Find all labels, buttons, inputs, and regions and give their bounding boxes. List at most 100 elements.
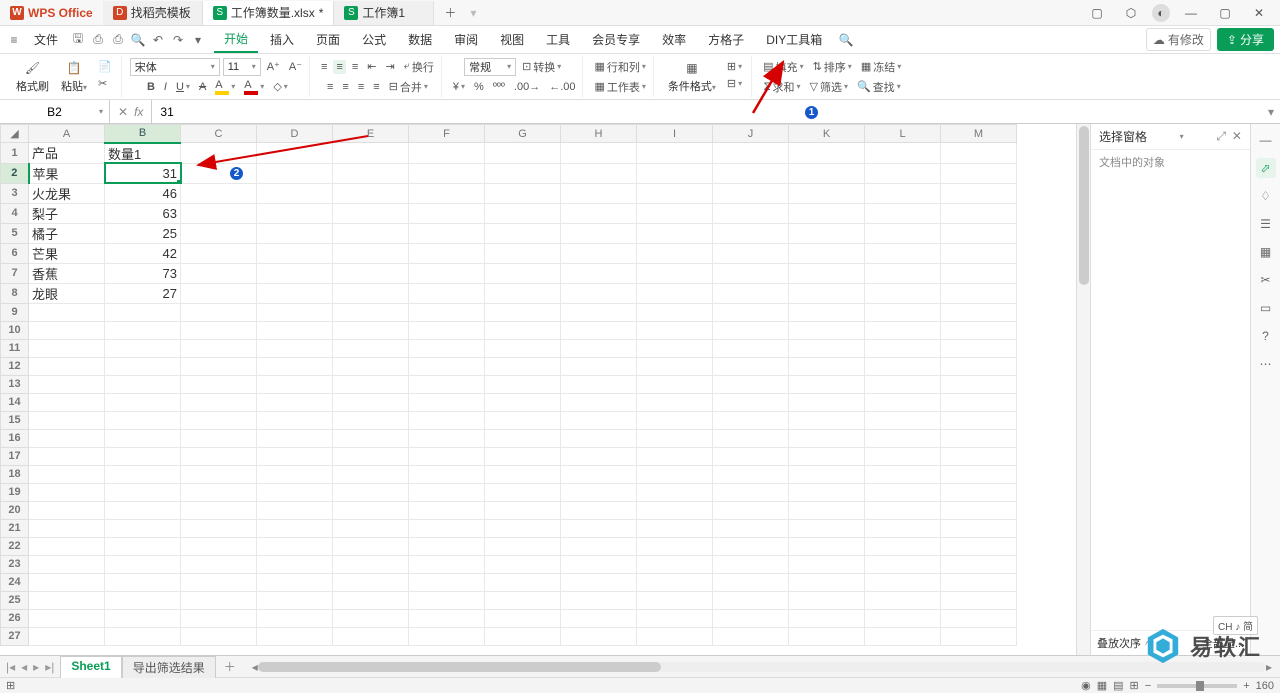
cell-L21[interactable] [865,519,941,537]
sheet-next-icon[interactable]: ▸ [31,660,41,674]
cell-F13[interactable] [409,375,485,393]
cell-I16[interactable] [637,429,713,447]
menu-tab-开始[interactable]: 开始 [214,26,258,53]
cell-L3[interactable] [865,183,941,203]
cell-B17[interactable] [105,447,181,465]
cell-F22[interactable] [409,537,485,555]
cell-A22[interactable] [29,537,105,555]
cell-G2[interactable] [485,163,561,183]
cell-G17[interactable] [485,447,561,465]
cell-H10[interactable] [561,321,637,339]
cell-D1[interactable] [257,143,333,164]
cell-F7[interactable] [409,263,485,283]
cell-G26[interactable] [485,609,561,627]
cell-M10[interactable] [941,321,1017,339]
convert-button[interactable]: ⊡ 转换▾ [519,58,564,76]
cell-B19[interactable] [105,483,181,501]
cell-J17[interactable] [713,447,789,465]
cell-I7[interactable] [637,263,713,283]
row-header-21[interactable]: 21 [1,519,29,537]
cell-K19[interactable] [789,483,865,501]
cell-C4[interactable] [181,203,257,223]
cell-I3[interactable] [637,183,713,203]
cell-D10[interactable] [257,321,333,339]
cell-A6[interactable]: 芒果 [29,243,105,263]
filter-button[interactable]: ▽ 筛选▾ [807,78,851,96]
col-header-G[interactable]: G [485,125,561,143]
cell-A8[interactable]: 龙眼 [29,283,105,303]
cell-E10[interactable] [333,321,409,339]
cell-H1[interactable] [561,143,637,164]
col-header-K[interactable]: K [789,125,865,143]
cell-B8[interactable]: 27 [105,283,181,303]
cell-A15[interactable] [29,411,105,429]
cell-C15[interactable] [181,411,257,429]
cell-L27[interactable] [865,627,941,645]
cell-M2[interactable] [941,163,1017,183]
cell-K26[interactable] [789,609,865,627]
cell-H20[interactable] [561,501,637,519]
zoom-out-button[interactable]: − [1145,680,1151,692]
merge-button[interactable]: ⊟ 合并▾ [386,78,431,96]
cell-B10[interactable] [105,321,181,339]
cell-I17[interactable] [637,447,713,465]
col-header-D[interactable]: D [257,125,333,143]
cell-H22[interactable] [561,537,637,555]
copy-button[interactable]: 📄 [95,59,115,74]
hamburger-icon[interactable]: ≡ [6,32,22,48]
cell-J19[interactable] [713,483,789,501]
cell-M15[interactable] [941,411,1017,429]
minimize-button[interactable]: — [1178,3,1204,23]
vertical-scrollbar[interactable] [1076,124,1090,655]
cell-D15[interactable] [257,411,333,429]
cell-D6[interactable] [257,243,333,263]
preview-icon[interactable]: 🔍 [130,32,146,48]
cell-F14[interactable] [409,393,485,411]
cell-A4[interactable]: 梨子 [29,203,105,223]
doc-tab-templates[interactable]: D 找稻壳模板 [103,1,203,25]
cell-K5[interactable] [789,223,865,243]
cell-I18[interactable] [637,465,713,483]
cell-D25[interactable] [257,591,333,609]
cell-M18[interactable] [941,465,1017,483]
cell-E13[interactable] [333,375,409,393]
undo-icon[interactable]: ↶ [150,32,166,48]
cell-J10[interactable] [713,321,789,339]
cell-J21[interactable] [713,519,789,537]
row-header-6[interactable]: 6 [1,243,29,263]
cell-A16[interactable] [29,429,105,447]
cell-E11[interactable] [333,339,409,357]
cell-M25[interactable] [941,591,1017,609]
row-header-12[interactable]: 12 [1,357,29,375]
percent-button[interactable]: % [471,80,487,94]
rowcol-button[interactable]: ▦ 行和列▾ [591,58,648,76]
cell-L1[interactable] [865,143,941,164]
cell-E23[interactable] [333,555,409,573]
cell-L5[interactable] [865,223,941,243]
cell-I14[interactable] [637,393,713,411]
cell-L24[interactable] [865,573,941,591]
col-header-B[interactable]: B [105,125,181,143]
cell-B26[interactable] [105,609,181,627]
cell-I13[interactable] [637,375,713,393]
cell-K16[interactable] [789,429,865,447]
cell-H12[interactable] [561,357,637,375]
cell-K27[interactable] [789,627,865,645]
cell-I19[interactable] [637,483,713,501]
cell-J25[interactable] [713,591,789,609]
doc-tab-workbook[interactable]: S 工作簿数量.xlsx * [203,1,335,25]
view-break-icon[interactable]: ⊞ [1130,679,1139,692]
col-header-I[interactable]: I [637,125,713,143]
cell-G22[interactable] [485,537,561,555]
wrap-text-button[interactable]: ⤶ 换行 [401,58,437,76]
cell-C22[interactable] [181,537,257,555]
cell-B20[interactable] [105,501,181,519]
cell-F4[interactable] [409,203,485,223]
cell-J6[interactable] [713,243,789,263]
cell-B23[interactable] [105,555,181,573]
cell-K4[interactable] [789,203,865,223]
cell-G24[interactable] [485,573,561,591]
cell-M21[interactable] [941,519,1017,537]
cell-K2[interactable] [789,163,865,183]
cell-B11[interactable] [105,339,181,357]
